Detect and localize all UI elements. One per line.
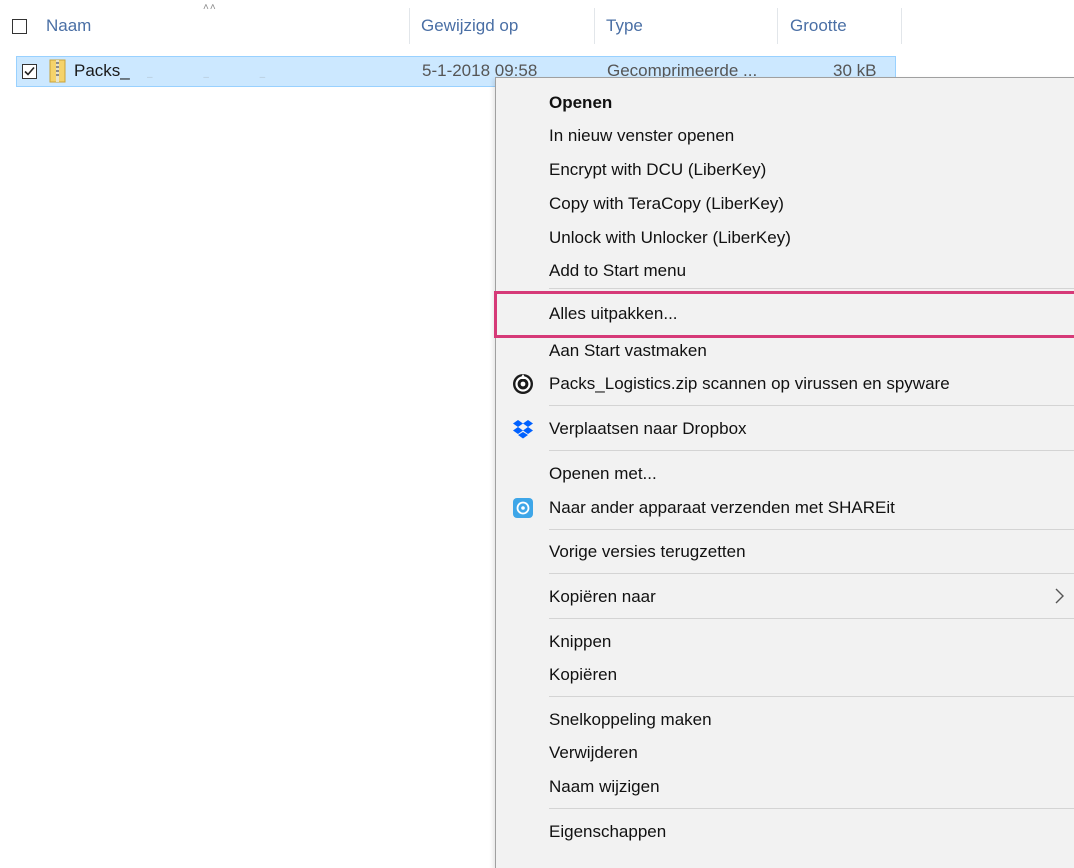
column-header: Naam ˄˄ Gewijzigd op Type Grootte: [0, 0, 1074, 52]
menu-item-label: Kopiëren naar: [549, 587, 656, 606]
menu-item-label: Eigenschappen: [549, 822, 667, 841]
file-name-redacted: ‒ ‒ ‒: [147, 72, 290, 83]
column-divider[interactable]: [409, 8, 410, 44]
zip-folder-icon: [49, 59, 66, 83]
menu-separator: [549, 529, 1074, 530]
menu-separator: [549, 618, 1074, 619]
column-size[interactable]: Grootte: [790, 16, 847, 36]
menu-item-label: Kopiëren: [549, 665, 618, 684]
menu-separator: [549, 808, 1074, 809]
file-name[interactable]: Packs_: [74, 61, 130, 81]
menu-separator: [549, 288, 1074, 289]
shareit-icon: [513, 498, 533, 518]
menu-item-copy-teracopy[interactable]: Copy with TeraCopy (LiberKey): [496, 187, 1074, 221]
antivirus-icon: [513, 374, 533, 394]
menu-item-label: Verplaatsen naar Dropbox: [549, 419, 747, 438]
column-divider[interactable]: [777, 8, 778, 44]
menu-item-open-new-window[interactable]: In nieuw venster openen: [496, 119, 1074, 153]
row-checkbox[interactable]: [22, 64, 37, 79]
checkmark-icon: [24, 66, 35, 76]
menu-item-open-with[interactable]: Openen met...: [496, 457, 1074, 491]
menu-item-label: Alles uitpakken...: [549, 304, 678, 323]
select-all-checkbox[interactable]: [12, 19, 27, 34]
menu-separator: [549, 450, 1074, 451]
menu-item-label: Openen: [549, 93, 613, 112]
menu-item-open[interactable]: Openen: [496, 86, 1074, 120]
menu-item-shareit[interactable]: Naar ander apparaat verzenden met SHAREi…: [496, 491, 1074, 525]
menu-item-label: Packs_Logistics.zip scannen op virussen …: [549, 374, 950, 393]
menu-separator: [549, 696, 1074, 697]
context-menu: Openen In nieuw venster openen Encrypt w…: [495, 77, 1074, 868]
menu-item-restore-versions[interactable]: Vorige versies terugzetten: [496, 535, 1074, 569]
menu-item-label: Aan Start vastmaken: [549, 341, 707, 360]
menu-item-virus-scan[interactable]: Packs_Logistics.zip scannen op virussen …: [496, 367, 1074, 401]
menu-item-delete[interactable]: Verwijderen: [496, 736, 1074, 770]
menu-item-create-shortcut[interactable]: Snelkoppeling maken: [496, 703, 1074, 737]
menu-item-properties[interactable]: Eigenschappen: [496, 815, 1074, 849]
menu-item-copy-to[interactable]: Kopiëren naar: [496, 580, 1074, 614]
sort-indicator-icon: ˄˄: [203, 2, 217, 13]
menu-item-label: Naam wijzigen: [549, 777, 660, 796]
menu-item-label: Copy with TeraCopy (LiberKey): [549, 194, 784, 213]
menu-item-move-dropbox[interactable]: Verplaatsen naar Dropbox: [496, 412, 1074, 446]
menu-item-label: Unlock with Unlocker (LiberKey): [549, 228, 791, 247]
menu-item-label: Knippen: [549, 632, 612, 651]
menu-separator: [549, 573, 1074, 574]
column-modified[interactable]: Gewijzigd op: [421, 16, 518, 36]
column-name[interactable]: Naam: [46, 16, 91, 36]
menu-item-add-start-menu[interactable]: Add to Start menu: [496, 254, 1074, 288]
menu-item-label: Vorige versies terugzetten: [549, 542, 746, 561]
column-type[interactable]: Type: [606, 16, 643, 36]
menu-item-pin-start[interactable]: Aan Start vastmaken: [496, 334, 1074, 368]
dropbox-icon: [513, 420, 533, 439]
menu-item-encrypt-dcu[interactable]: Encrypt with DCU (LiberKey): [496, 153, 1074, 187]
column-divider[interactable]: [901, 8, 902, 44]
menu-item-label: In nieuw venster openen: [549, 126, 735, 145]
menu-item-cut[interactable]: Knippen: [496, 625, 1074, 659]
column-divider[interactable]: [594, 8, 595, 44]
menu-item-rename[interactable]: Naam wijzigen: [496, 770, 1074, 804]
menu-item-extract-all[interactable]: Alles uitpakken...: [496, 297, 1074, 331]
menu-item-label: Snelkoppeling maken: [549, 710, 712, 729]
menu-item-unlock-unlocker[interactable]: Unlock with Unlocker (LiberKey): [496, 221, 1074, 255]
menu-item-label: Naar ander apparaat verzenden met SHAREi…: [549, 498, 895, 517]
chevron-right-icon: [1055, 588, 1064, 604]
menu-item-label: Encrypt with DCU (LiberKey): [549, 160, 767, 179]
menu-item-copy[interactable]: Kopiëren: [496, 658, 1074, 692]
menu-item-label: Openen met...: [549, 464, 657, 483]
menu-item-label: Verwijderen: [549, 743, 638, 762]
menu-item-label: Add to Start menu: [549, 261, 687, 280]
menu-separator: [549, 405, 1074, 406]
